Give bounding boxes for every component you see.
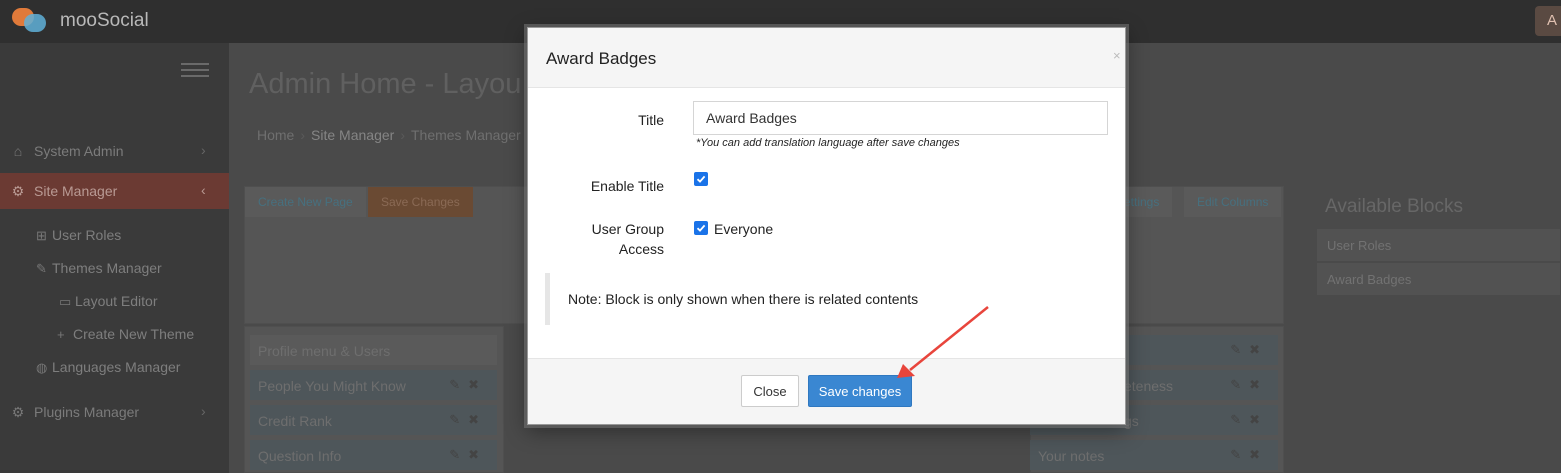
user-group-label: User Group Access: [568, 219, 664, 259]
sidebar-subitem-label: User Roles: [52, 227, 122, 243]
close-icon[interactable]: ✖: [1249, 447, 1268, 462]
plus-square-icon: ⊞: [36, 228, 47, 243]
save-changes-button[interactable]: Save Changes: [368, 187, 473, 217]
close-icon[interactable]: ✖: [1249, 377, 1268, 392]
award-badges-modal: Award Badges × Title *You can add transl…: [527, 27, 1126, 425]
close-icon[interactable]: ✖: [468, 377, 487, 392]
brand-name[interactable]: mooSocial: [60, 10, 149, 32]
home-icon: ⌂: [13, 143, 23, 159]
user-avatar[interactable]: A: [1535, 6, 1561, 36]
block-note: Note: Block is only shown when there is …: [545, 273, 1110, 325]
breadcrumb-home[interactable]: Home: [257, 127, 294, 143]
breadcrumb: Home › Site Manager › Themes Manager: [257, 127, 521, 143]
sidebar-item-label: Plugins Manager: [34, 404, 140, 420]
sidebar-subitem-label: Layout Editor: [75, 293, 158, 309]
user-group-label-line2: Access: [618, 241, 664, 257]
block-label: eteness: [1124, 378, 1174, 394]
title-input[interactable]: [693, 101, 1108, 135]
close-icon[interactable]: ✖: [468, 412, 487, 427]
sidebar-subitem-label: Create New Theme: [73, 326, 195, 342]
block-label: gs: [1124, 413, 1139, 429]
block-your-notes[interactable]: Your notes ✎✖: [1030, 440, 1278, 470]
create-new-page-button[interactable]: Create New Page: [245, 187, 366, 217]
moosocial-logo[interactable]: [12, 8, 48, 34]
close-icon[interactable]: ✖: [1249, 342, 1268, 357]
note-text: Note: Block is only shown when there is …: [568, 291, 919, 307]
chevron-right-icon: ›: [201, 403, 206, 419]
available-block-award-badges[interactable]: Award Badges: [1316, 262, 1561, 296]
modal-title: Award Badges: [546, 49, 657, 68]
close-icon[interactable]: ✖: [1249, 412, 1268, 427]
available-block-user-roles[interactable]: User Roles: [1316, 228, 1561, 262]
edit-columns-button[interactable]: Edit Columns: [1184, 187, 1282, 217]
sidebar-subitem-user-roles[interactable]: ⊞ User Roles: [36, 227, 121, 251]
block-people-you-might-know[interactable]: People You Might Know ✎✖: [250, 370, 497, 400]
pencil-icon[interactable]: ✎: [449, 447, 468, 462]
block-label: People You Might Know: [258, 378, 406, 394]
pencil-icon[interactable]: ✎: [449, 377, 468, 392]
enable-title-label: Enable Title: [590, 178, 664, 194]
pencil-icon[interactable]: ✎: [449, 412, 468, 427]
close-icon[interactable]: ×: [1113, 48, 1121, 63]
gears-icon: ⚙: [11, 183, 25, 199]
block-label: Question Info: [258, 448, 342, 464]
breadcrumb-site-manager[interactable]: Site Manager: [311, 127, 394, 143]
available-blocks-title: Available Blocks: [1325, 196, 1464, 217]
page-title: Admin Home - Layou: [249, 68, 522, 100]
pencil-icon[interactable]: ✎: [1230, 447, 1249, 462]
title-label: Title: [638, 112, 664, 128]
block-label: Credit Rank: [258, 413, 332, 429]
sidebar-subitem-themes-manager[interactable]: ✎ Themes Manager: [36, 260, 162, 284]
block-label: Your notes: [1038, 448, 1105, 464]
modal-footer: Close Save changes: [528, 358, 1125, 424]
sidebar-subitem-layout-editor[interactable]: ▭ Layout Editor: [59, 293, 158, 317]
breadcrumb-themes-manager[interactable]: Themes Manager: [411, 127, 521, 143]
sidebar-subitem-create-new-theme[interactable]: + Create New Theme: [57, 326, 194, 350]
everyone-checkbox[interactable]: [694, 221, 708, 235]
menu-toggle-icon[interactable]: [181, 63, 209, 81]
save-changes-modal-button[interactable]: Save changes: [808, 375, 912, 407]
settings-button[interactable]: ettings: [1120, 187, 1173, 217]
block-question-info[interactable]: Question Info ✎✖: [250, 440, 497, 470]
sidebar-item-system-admin[interactable]: ⌂ System Admin ›: [0, 133, 229, 169]
globe-icon: ◍: [36, 360, 48, 375]
sidebar-subitem-label: Themes Manager: [52, 260, 162, 276]
everyone-label: Everyone: [714, 221, 774, 237]
brush-icon: ✎: [36, 261, 47, 276]
chevron-left-icon: ‹: [201, 182, 206, 198]
user-group-label-line1: User Group: [591, 221, 664, 237]
close-icon[interactable]: ✖: [468, 447, 487, 462]
close-button[interactable]: Close: [741, 375, 799, 407]
sidebar-item-plugins-manager[interactable]: ⚙ Plugins Manager ›: [0, 394, 229, 430]
sidebar-subitem-languages-manager[interactable]: ◍ Languages Manager: [36, 359, 180, 383]
block-profile-menu-users[interactable]: Profile menu & Users: [250, 335, 497, 365]
pencil-icon[interactable]: ✎: [1230, 412, 1249, 427]
sidebar-subitem-label: Languages Manager: [52, 359, 181, 375]
window-icon: ▭: [59, 294, 72, 309]
translation-hint: *You can add translation language after …: [696, 137, 960, 149]
modal-header: Award Badges ×: [528, 28, 1125, 88]
sidebar-item-label: Site Manager: [34, 183, 118, 199]
plus-icon: +: [57, 327, 65, 342]
block-credit-rank[interactable]: Credit Rank ✎✖: [250, 405, 497, 435]
chevron-right-icon: ›: [201, 142, 206, 158]
gear-icon: ⚙: [11, 404, 25, 420]
pencil-icon[interactable]: ✎: [1230, 342, 1249, 357]
sidebar-item-site-manager[interactable]: ⚙ Site Manager ‹: [0, 173, 229, 209]
enable-title-checkbox[interactable]: [694, 172, 708, 186]
sidebar-item-label: System Admin: [34, 143, 124, 159]
pencil-icon[interactable]: ✎: [1230, 377, 1249, 392]
